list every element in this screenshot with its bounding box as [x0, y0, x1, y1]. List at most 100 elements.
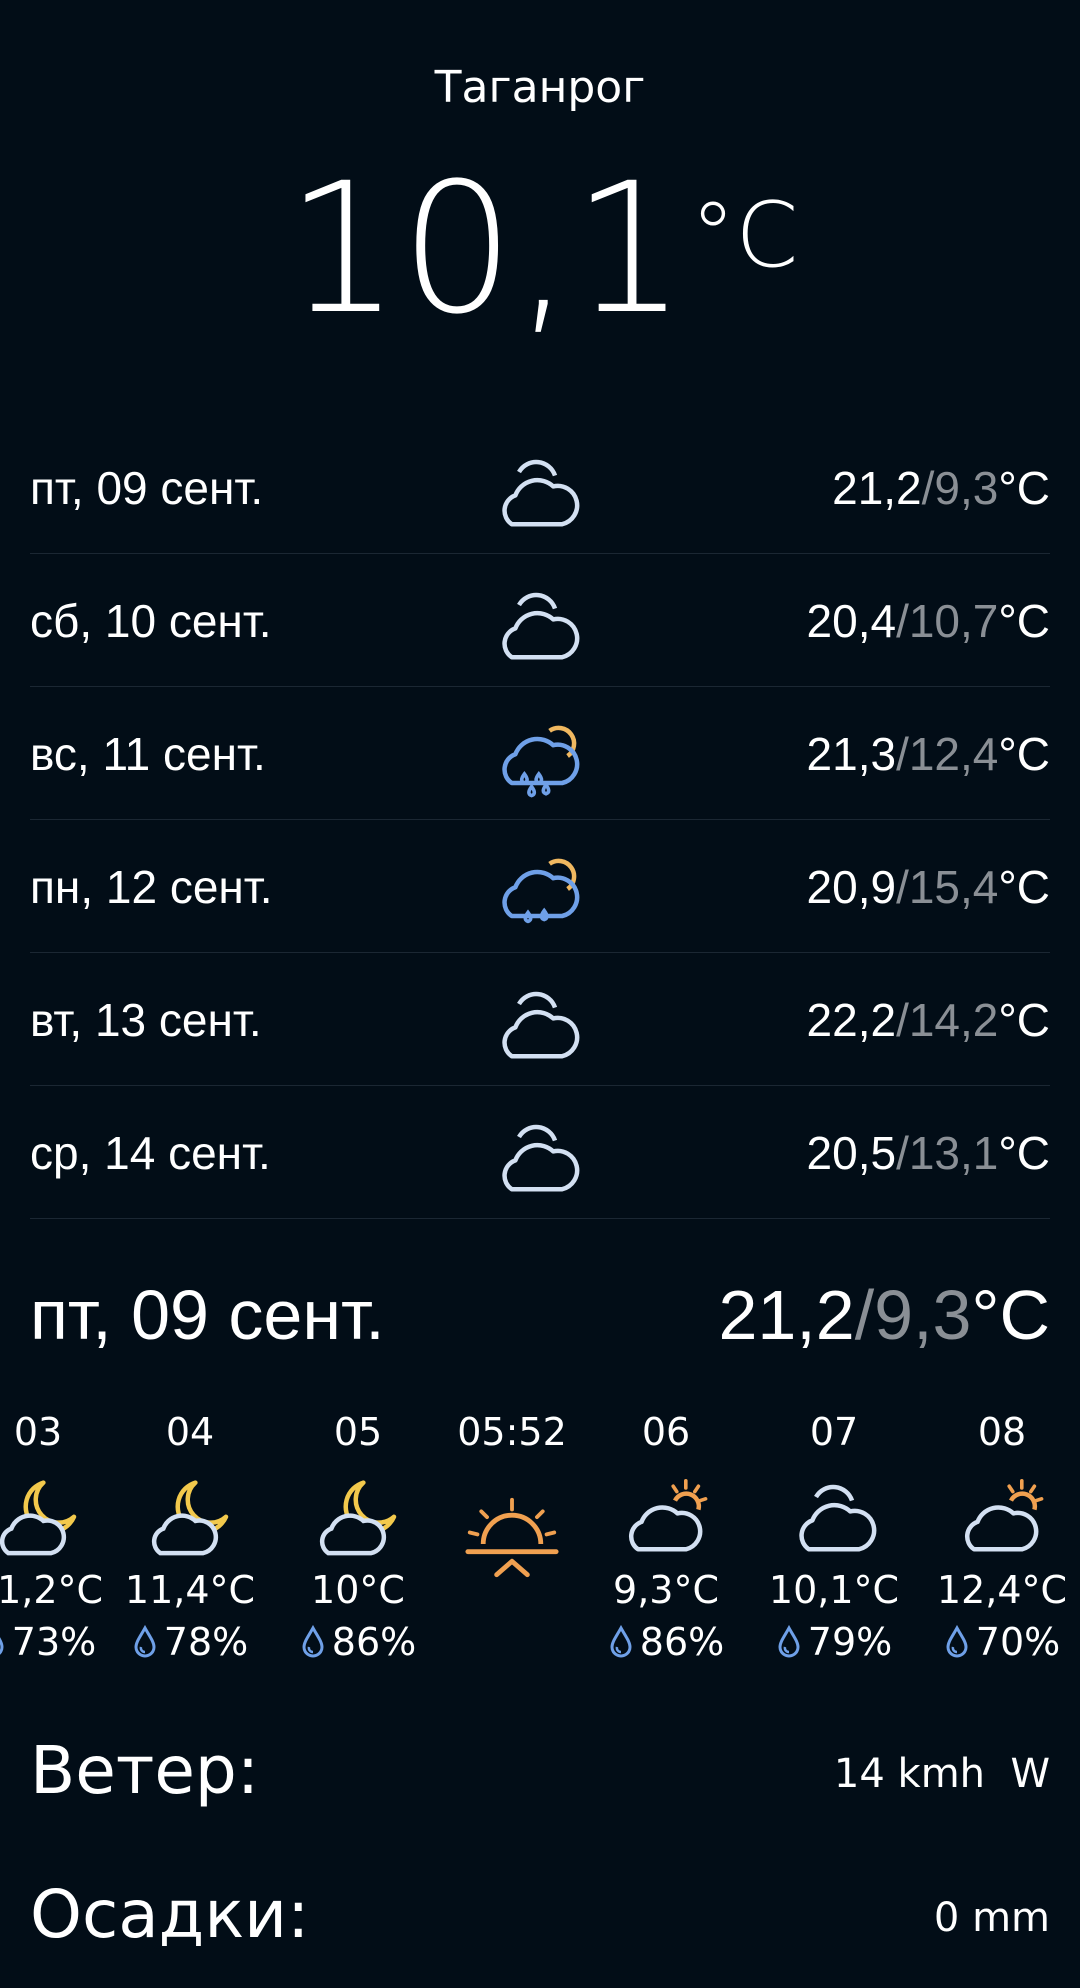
day-low: 13,1 — [908, 1127, 999, 1179]
selected-day-temp: 21,2/9,3°C — [718, 1280, 1050, 1350]
partly-sunny-icon — [954, 1470, 1050, 1560]
selected-low: 9,3 — [874, 1276, 972, 1354]
city-name: Таганрог — [434, 62, 646, 113]
current-temp-unit: °C — [690, 183, 799, 288]
temp-unit: °C — [998, 462, 1050, 514]
hourly-forecast[interactable]: 0311,2°C73%0411,4°C78%0510°C86%05:52069,… — [0, 1410, 1080, 1670]
day-temp: 20,5/13,1°C — [807, 1128, 1050, 1178]
day-temp: 21,2/9,3°C — [832, 463, 1050, 513]
humidity-drop-icon — [302, 1625, 324, 1658]
hour-humidity: 70% — [917, 1620, 1080, 1664]
day-low: 12,4 — [908, 728, 999, 780]
day-low: 14,2 — [908, 994, 999, 1046]
selected-high: 21,2 — [718, 1276, 855, 1354]
weather-screen: Таганрог 10,1°C пт, 09 сент. 21,2/9,3°C сб… — [0, 0, 1080, 1988]
selected-day-title: пт, 09 сент. — [30, 1276, 385, 1354]
precip-label: Осадки: — [30, 1876, 310, 1953]
hour-column: 04 11,4°C 78% — [105, 1410, 275, 1664]
current-temperature: 10,1°C — [0, 150, 1080, 350]
day-row[interactable]: вт, 13 сент. 22,2/14,2°C — [30, 953, 1050, 1086]
wind-label: Ветер: — [30, 1732, 260, 1809]
day-label: ср, 14 сент. — [30, 1127, 271, 1179]
hour-temp: 12,4°C — [936, 1568, 1068, 1612]
hour-column: 05:52 — [427, 1410, 597, 1594]
temp-unit: °C — [998, 994, 1050, 1046]
hour-temp: 10,1°C — [768, 1568, 900, 1612]
hour-humidity: 86% — [581, 1620, 751, 1664]
hour-column: 06 9,3°C 86% — [581, 1410, 751, 1664]
hour-time: 08 — [977, 1410, 1027, 1454]
day-high: 21,3 — [806, 728, 897, 780]
day-label: вт, 13 сент. — [30, 994, 262, 1046]
hour-time: 05:52 — [457, 1410, 567, 1454]
temp-separator: / — [896, 994, 909, 1046]
heavy-rain-partly-sunny-icon — [492, 711, 582, 801]
hour-temp: 10°C — [311, 1568, 405, 1612]
hour-humidity-value: 73% — [11, 1620, 97, 1664]
hour-humidity-value: 79% — [807, 1620, 893, 1664]
cloudy-icon — [786, 1470, 882, 1560]
humidity-drop-icon — [0, 1637, 4, 1655]
day-high: 22,2 — [806, 994, 897, 1046]
cloudy-night-icon — [0, 1470, 86, 1560]
temp-separator: / — [896, 1127, 909, 1179]
day-high: 20,9 — [806, 861, 897, 913]
hour-humidity-value: 78% — [163, 1620, 249, 1664]
hour-humidity-value: 70% — [975, 1620, 1061, 1664]
temp-separator: / — [896, 861, 909, 913]
day-temp: 22,2/14,2°C — [807, 995, 1050, 1045]
hour-temp: 9,3°C — [613, 1568, 719, 1612]
day-high: 20,5 — [806, 1127, 897, 1179]
current-temp-value: 10,1 — [285, 145, 687, 354]
temp-unit: °C — [998, 595, 1050, 647]
cloudy-icon — [492, 1110, 582, 1200]
day-high: 21,2 — [832, 462, 922, 514]
cloudy-icon — [492, 977, 582, 1067]
daily-forecast-list: пт, 09 сент. 21,2/9,3°C сб, 10 сент. 20,4/1… — [30, 421, 1050, 1219]
cloudy-icon — [492, 578, 582, 668]
cloudy-icon — [492, 445, 582, 535]
hour-time: 04 — [165, 1410, 215, 1454]
humidity-drop-icon — [946, 1625, 968, 1658]
hour-humidity: 79% — [749, 1620, 919, 1664]
humidity-drop-icon — [134, 1625, 156, 1658]
hour-humidity-value: 86% — [331, 1620, 417, 1664]
day-temp: 21,3/12,4°C — [807, 729, 1050, 779]
day-label: вс, 11 сент. — [30, 728, 266, 780]
humidity-drop-icon — [778, 1625, 800, 1658]
hour-temp: 11,4°C — [124, 1568, 256, 1612]
hour-time: 05 — [333, 1410, 383, 1454]
cloudy-night-icon — [142, 1470, 238, 1560]
day-row[interactable]: вс, 11 сент. 21,3/12,4°C — [30, 687, 1050, 820]
day-row[interactable]: сб, 10 сент. 20,4/10,7°C — [30, 554, 1050, 687]
day-row[interactable]: пт, 09 сент. 21,2/9,3°C — [30, 421, 1050, 554]
hour-humidity: 86% — [273, 1620, 443, 1664]
humidity-drop-icon — [610, 1625, 632, 1658]
temp-separator: / — [854, 1276, 875, 1354]
hour-humidity-value: 86% — [639, 1620, 725, 1664]
cloudy-night-icon — [310, 1470, 406, 1560]
temp-unit: °C — [971, 1276, 1050, 1354]
day-label: пн, 12 сент. — [30, 861, 273, 913]
day-row[interactable]: пн, 12 сент. 20,9/15,4°C — [30, 820, 1050, 953]
day-label: пт, 09 сент. — [30, 462, 264, 514]
temp-separator: / — [896, 728, 909, 780]
day-row[interactable]: ср, 14 сент. 20,5/13,1°C — [30, 1086, 1050, 1219]
day-temp: 20,9/15,4°C — [807, 862, 1050, 912]
temp-unit: °C — [998, 728, 1050, 780]
day-low: 15,4 — [908, 861, 999, 913]
hour-time: 06 — [641, 1410, 691, 1454]
partly-sunny-icon — [618, 1470, 714, 1560]
day-high: 20,4 — [806, 595, 897, 647]
hour-column: 05 10°C 86% — [273, 1410, 443, 1664]
hour-column: 08 12,4°C 70% — [917, 1410, 1080, 1664]
precip-value: 0 mm — [933, 1895, 1050, 1941]
temp-unit: °C — [998, 1127, 1050, 1179]
day-temp: 20,4/10,7°C — [807, 596, 1050, 646]
hour-humidity: 78% — [105, 1620, 275, 1664]
day-low: 9,3 — [934, 462, 999, 514]
day-low: 10,7 — [908, 595, 999, 647]
temp-separator: / — [921, 462, 935, 514]
day-label: сб, 10 сент. — [30, 595, 272, 647]
hour-column: 07 10,1°C 79% — [749, 1410, 919, 1664]
